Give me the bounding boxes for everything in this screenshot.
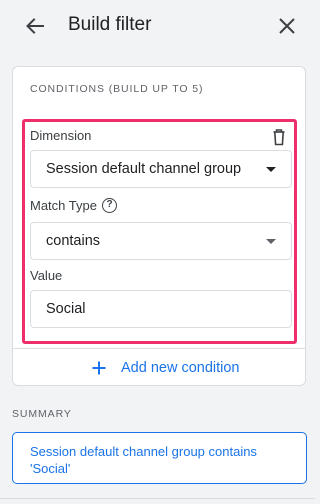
close-icon[interactable] <box>274 13 300 39</box>
header-bar: Build filter <box>0 0 315 52</box>
match-type-label: Match Type <box>30 198 97 213</box>
conditions-section-label: CONDITIONS (BUILD UP TO 5) <box>30 83 204 95</box>
dimension-label: Dimension <box>30 128 92 143</box>
summary-label: SUMMARY <box>12 408 72 420</box>
caret-down-icon <box>266 239 276 244</box>
value-input[interactable]: Social <box>30 290 292 328</box>
plus-icon <box>92 361 106 375</box>
dimension-select-value: Session default channel group <box>46 161 242 177</box>
card-divider <box>13 348 305 349</box>
page-title: Build filter <box>68 14 152 35</box>
trash-icon[interactable] <box>271 128 287 146</box>
match-type-select[interactable]: contains <box>30 222 292 260</box>
match-type-select-value: contains <box>46 233 101 249</box>
caret-down-icon <box>266 167 276 172</box>
summary-box: Session default channel group contains '… <box>12 432 307 484</box>
arrow-back-icon[interactable] <box>22 13 48 39</box>
value-label: Value <box>30 268 63 283</box>
help-circle-icon[interactable]: ? <box>102 198 117 213</box>
dimension-select[interactable]: Session default channel group <box>30 150 292 188</box>
add-new-condition-label: Add new condition <box>121 360 240 376</box>
bottom-divider <box>0 498 315 499</box>
summary-text: Session default channel group contains '… <box>30 444 257 476</box>
value-input-text: Social <box>46 301 86 317</box>
conditions-card: CONDITIONS (BUILD UP TO 5) Dimension Ses… <box>12 66 306 386</box>
